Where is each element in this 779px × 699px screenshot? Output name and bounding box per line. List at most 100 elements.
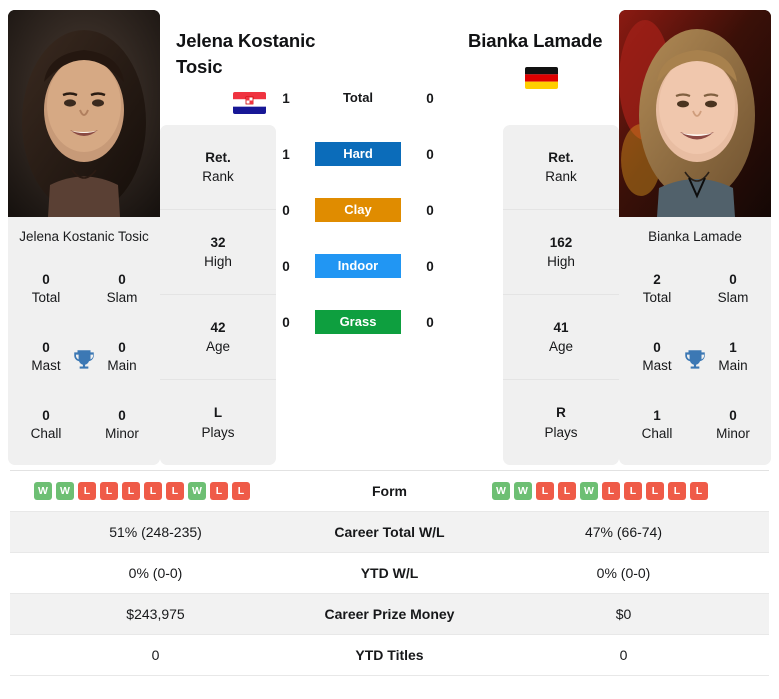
stat-label-form: Form — [372, 483, 407, 499]
info-label-plays-right: Plays — [544, 424, 578, 440]
stat-value-left-career-total-wl: 51% (248-235) — [109, 524, 202, 540]
trophy-icon — [681, 346, 709, 374]
player-card-left[interactable]: Jelena Kostanic Tosic 0 Total 0 Slam 0 M… — [8, 10, 160, 465]
stat-value-right-ytd-wl: 0% (0-0) — [596, 565, 651, 581]
table-row-career-total-wl: 51% (248-235) Career Total W/L 47% (66-7… — [10, 511, 769, 553]
stat-label-career-total-wl: Career Total W/L — [334, 524, 445, 540]
form-badge: L — [646, 482, 664, 500]
titles-grid-right: 2 Total 0 Slam 0 Mast 1 Main 1 Chall 0 M… — [619, 255, 771, 465]
titles-value-total: 0 — [42, 271, 50, 287]
stat-value-right-career-prize-money: $0 — [615, 606, 632, 622]
info-row-plays-right: R Plays — [503, 380, 619, 465]
h2h-row-hard: 1 Hard 0 — [276, 126, 440, 182]
titles-cell-minor-right: 0 Minor — [695, 391, 771, 459]
form-badge: W — [188, 482, 206, 500]
form-badge: W — [514, 482, 532, 500]
titles-cell-total-right: 2 Total — [619, 255, 695, 323]
stat-value-left-ytd-wl: 0% (0-0) — [128, 565, 183, 581]
form-badge: L — [78, 482, 96, 500]
stat-label-career-prize-money: Career Prize Money — [324, 606, 455, 622]
comparison-top-section: Jelena Kostanic Tosic 0 Total 0 Slam 0 M… — [0, 0, 779, 470]
titles-label-chall: Chall — [30, 426, 62, 442]
player-card-name-left: Jelena Kostanic Tosic — [19, 229, 149, 244]
info-value-high-right: 162 — [549, 234, 573, 250]
form-badge: L — [100, 482, 118, 500]
titles-label-minor-right: Minor — [716, 426, 750, 442]
info-value-plays-left: L — [213, 405, 223, 421]
stats-comparison-table: W W L L L L L W L L Form W W L L W L L L… — [10, 470, 769, 676]
form-badge: L — [166, 482, 184, 500]
info-value-rank-left: Ret. — [205, 149, 231, 165]
form-cell-right: W W L L W L L L L L — [478, 471, 769, 512]
stat-value-left-ytd-titles: 0 — [151, 647, 160, 663]
titles-value-slam: 0 — [118, 271, 126, 287]
titles-label-chall-right: Chall — [641, 426, 673, 442]
form-badge: L — [232, 482, 250, 500]
stat-label-ytd-titles: YTD Titles — [355, 647, 424, 663]
titles-cell-slam-right: 0 Slam — [695, 255, 771, 323]
titles-cell-minor: 0 Minor — [84, 391, 160, 459]
form-badge: W — [56, 482, 74, 500]
form-badge: L — [210, 482, 228, 500]
titles-label-total-right: Total — [642, 290, 672, 306]
stat-label-ytd-wl: YTD W/L — [360, 565, 419, 581]
trophy-icon — [70, 346, 98, 374]
form-strip-left: W W L L L L L W L L — [14, 482, 297, 500]
h2h-right-total: 0 — [426, 90, 434, 106]
h2h-label-indoor[interactable]: Indoor — [315, 254, 401, 278]
form-badge: L — [602, 482, 620, 500]
form-badge: W — [34, 482, 52, 500]
info-column-left: Ret. Rank 32 High 42 Age L Plays — [160, 125, 276, 465]
info-row-age-right: 41 Age — [503, 295, 619, 380]
h2h-label-clay[interactable]: Clay — [315, 198, 401, 222]
titles-grid-left: 0 Total 0 Slam 0 Mast 0 Main 0 Chall 0 M… — [8, 255, 160, 465]
player-card-name-right: Bianka Lamade — [648, 229, 742, 244]
form-badge: L — [536, 482, 554, 500]
info-row-rank-left: Ret. Rank — [160, 125, 276, 210]
form-badge: L — [122, 482, 140, 500]
h2h-left-grass: 0 — [282, 314, 290, 330]
info-label-high-right: High — [547, 254, 575, 270]
form-strip-right: W W L L W L L L L L — [482, 482, 765, 500]
form-badge: L — [668, 482, 686, 500]
player-name-right[interactable]: Bianka Lamade — [468, 28, 614, 54]
titles-value-minor-right: 0 — [729, 408, 737, 424]
info-label-plays-left: Plays — [201, 424, 235, 440]
info-value-rank-right: Ret. — [548, 149, 574, 165]
info-label-rank-left: Rank — [202, 169, 234, 185]
h2h-right-hard: 0 — [426, 146, 434, 162]
h2h-row-indoor: 0 Indoor 0 — [276, 238, 440, 294]
info-row-high-left: 32 High — [160, 210, 276, 295]
titles-value-minor: 0 — [118, 408, 126, 424]
titles-label-slam-right: Slam — [717, 290, 749, 306]
titles-value-slam-right: 0 — [729, 271, 737, 287]
player-photo-left — [8, 10, 160, 217]
info-value-plays-right: R — [556, 405, 566, 421]
info-value-age-left: 42 — [210, 319, 226, 335]
form-badge: L — [690, 482, 708, 500]
info-column-right: Ret. Rank 162 High 41 Age R Plays — [503, 125, 619, 465]
h2h-row-grass: 0 Grass 0 — [276, 294, 440, 350]
h2h-label-grass[interactable]: Grass — [315, 310, 401, 334]
player-header-left: Jelena Kostanic Tosic — [176, 28, 322, 115]
info-value-high-left: 32 — [210, 234, 226, 250]
form-cell-left: W W L L L L L W L L — [10, 471, 301, 512]
h2h-left-hard: 1 — [282, 146, 290, 162]
info-row-age-left: 42 Age — [160, 295, 276, 380]
info-row-rank-right: Ret. Rank — [503, 125, 619, 210]
form-badge: L — [558, 482, 576, 500]
titles-cell-slam: 0 Slam — [84, 255, 160, 323]
player-card-right[interactable]: Bianka Lamade 2 Total 0 Slam 0 Mast 1 Ma… — [619, 10, 771, 465]
stat-value-right-career-total-wl: 47% (66-74) — [584, 524, 663, 540]
h2h-label-total: Total — [342, 90, 374, 105]
form-badge: L — [144, 482, 162, 500]
h2h-right-grass: 0 — [426, 314, 434, 330]
titles-cell-chall-right: 1 Chall — [619, 391, 695, 459]
info-row-high-right: 162 High — [503, 210, 619, 295]
h2h-left-clay: 0 — [282, 202, 290, 218]
titles-label-minor: Minor — [105, 426, 139, 442]
h2h-label-hard[interactable]: Hard — [315, 142, 401, 166]
h2h-right-clay: 0 — [426, 202, 434, 218]
info-label-rank-right: Rank — [545, 169, 577, 185]
player-name-left[interactable]: Jelena Kostanic Tosic — [176, 28, 322, 79]
